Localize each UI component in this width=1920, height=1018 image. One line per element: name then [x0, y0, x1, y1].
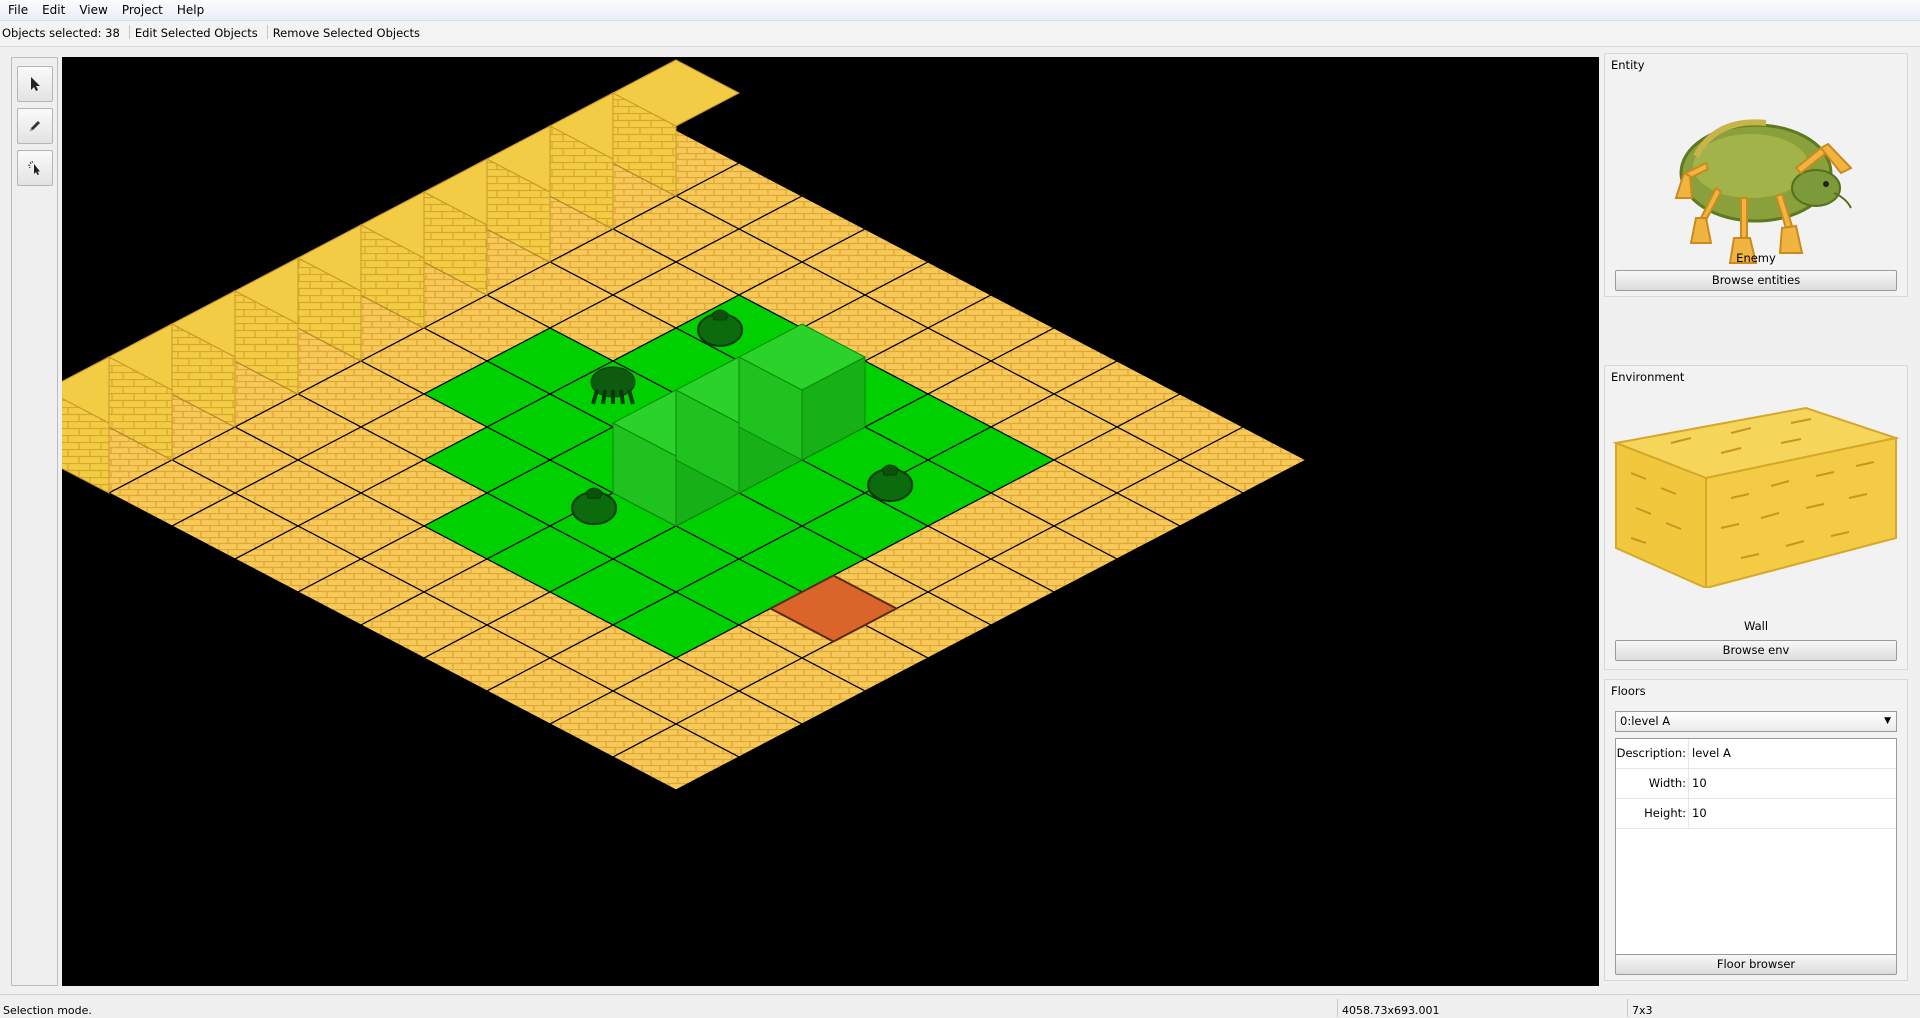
- status-divider: [1337, 999, 1338, 1017]
- description-value[interactable]: level A: [1688, 739, 1896, 768]
- environment-panel-title: Environment: [1611, 370, 1685, 384]
- menu-help[interactable]: Help: [169, 0, 210, 17]
- enemy-leg: [601, 389, 607, 405]
- wall-block-icon: [1612, 406, 1900, 588]
- pencil-icon: [30, 121, 40, 131]
- cursor-coordinates: 4058.73x693.001: [1342, 1004, 1440, 1017]
- cursor-sparkle-icon: [27, 160, 40, 175]
- property-key: Height:: [1644, 806, 1686, 820]
- browse-env-button[interactable]: Browse env: [1615, 640, 1897, 661]
- tile-coordinates: 7x3: [1632, 1004, 1653, 1017]
- menu-project[interactable]: Project: [114, 0, 169, 17]
- beetle-enemy-icon: [1674, 119, 1853, 264]
- property-row-description: Description: level A: [1616, 739, 1896, 769]
- bag-top: [711, 309, 729, 321]
- environment-preview: [1605, 388, 1907, 588]
- floor-select[interactable]: 0:level A ▼: [1615, 711, 1897, 732]
- environment-panel: Environment Wall Browse env: [1604, 365, 1908, 670]
- browse-entities-button[interactable]: Browse entities: [1615, 270, 1897, 291]
- isometric-map[interactable]: [62, 57, 1599, 986]
- property-key: Description:: [1616, 746, 1686, 760]
- multi-select-tool-button[interactable]: [17, 150, 53, 186]
- entity-panel-title: Entity: [1611, 58, 1645, 72]
- height-value[interactable]: 10: [1688, 799, 1896, 828]
- menu-edit[interactable]: Edit: [34, 0, 71, 17]
- menu-view[interactable]: View: [71, 0, 113, 17]
- floors-panel-title: Floors: [1611, 684, 1646, 698]
- property-row-height: Height: 10: [1616, 799, 1896, 829]
- floors-panel: Floors 0:level A ▼ Description: level A …: [1604, 679, 1908, 981]
- property-key: Width:: [1648, 776, 1686, 790]
- toolbar-separator: [128, 25, 130, 39]
- objects-selected-count: Objects selected: 38: [2, 26, 120, 40]
- edit-selected-objects-button[interactable]: Edit Selected Objects: [133, 21, 264, 40]
- floor-select-value: 0:level A: [1620, 714, 1671, 728]
- bag-top: [881, 464, 899, 476]
- menu-bar: File Edit View Project Help: [0, 0, 1920, 21]
- selection-toolbar: Objects selected: 38 Edit Selected Object…: [0, 21, 1920, 47]
- toolbar-separator: [266, 25, 268, 39]
- floor-properties-table: Description: level A Width: 10 Height: 1…: [1615, 738, 1897, 958]
- entity-panel: Entity Enemy Browse entities: [1604, 53, 1908, 297]
- menu-file[interactable]: File: [0, 0, 34, 17]
- tool-box: [11, 57, 58, 986]
- status-mode: Selection mode.: [3, 1004, 92, 1017]
- remove-selected-objects-button[interactable]: Remove Selected Objects: [271, 21, 426, 40]
- entity-name: Enemy: [1736, 251, 1776, 265]
- entity-preview: [1605, 78, 1907, 278]
- status-divider: [1627, 999, 1628, 1017]
- chevron-down-icon: ▼: [1884, 716, 1891, 726]
- property-row-width: Width: 10: [1616, 769, 1896, 799]
- draw-tool-button[interactable]: [17, 108, 53, 144]
- bag-top: [585, 487, 603, 499]
- enemy-leg: [619, 389, 625, 405]
- status-bar: Selection mode. 4058.73x693.001 7x3: [0, 994, 1920, 1018]
- floor-browser-button[interactable]: Floor browser: [1615, 954, 1897, 975]
- environment-name: Wall: [1743, 619, 1769, 633]
- arrow-pointer-icon: [31, 77, 40, 91]
- width-value[interactable]: 10: [1688, 769, 1896, 798]
- map-viewport[interactable]: [62, 57, 1599, 986]
- select-tool-button[interactable]: [17, 66, 53, 102]
